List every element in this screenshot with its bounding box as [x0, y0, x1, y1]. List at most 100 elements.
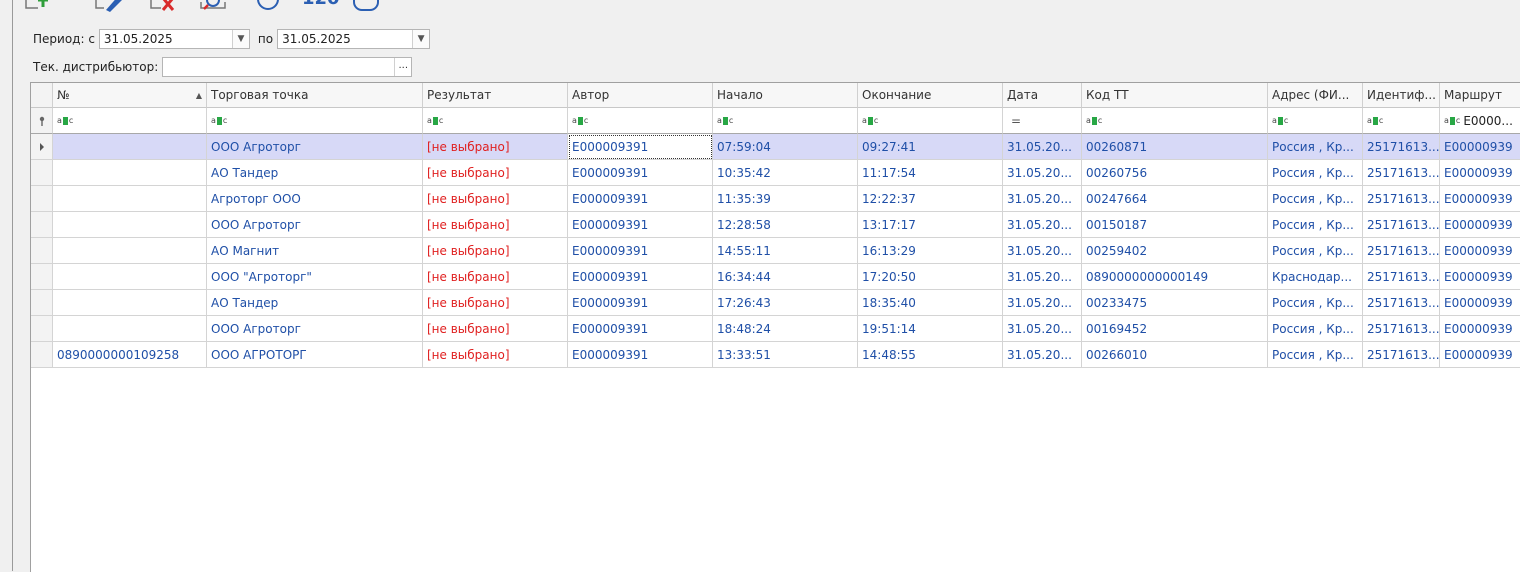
cell-identifier[interactable]: 25171613...	[1363, 290, 1440, 316]
chevron-down-icon[interactable]: ▼	[231, 30, 249, 48]
cell-route[interactable]: E00000939	[1440, 212, 1520, 238]
cell-result[interactable]: [не выбрано]	[423, 160, 568, 186]
cell-start[interactable]: 16:34:44	[713, 264, 858, 290]
table-row[interactable]: 0890000000109258 ООО АГРОТОРГ [не выбрано]…	[31, 342, 1520, 368]
cell-result[interactable]: [не выбрано]	[423, 316, 568, 342]
cell-end[interactable]: 18:35:40	[858, 290, 1003, 316]
cell-author[interactable]: E000009391	[568, 238, 713, 264]
cell-number[interactable]	[53, 290, 207, 316]
cell-author[interactable]: E000009391	[568, 160, 713, 186]
delete-record-icon[interactable]	[149, 0, 181, 14]
cell-start[interactable]: 14:55:11	[713, 238, 858, 264]
cell-address[interactable]: Россия , Кр...	[1268, 342, 1363, 368]
cell-identifier[interactable]: 25171613...	[1363, 160, 1440, 186]
cell-date[interactable]: 31.05.20...	[1003, 134, 1082, 160]
cell-result[interactable]: [не выбрано]	[423, 264, 568, 290]
filter-col-tt-code[interactable]: ac	[1082, 108, 1268, 134]
header-col-end[interactable]: Окончание	[858, 83, 1003, 108]
cell-route[interactable]: E00000939	[1440, 134, 1520, 160]
filter-col-trade-point[interactable]: ac	[207, 108, 423, 134]
cell-start[interactable]: 11:35:39	[713, 186, 858, 212]
cell-address[interactable]: Россия , Кр...	[1268, 134, 1363, 160]
cell-number[interactable]	[53, 316, 207, 342]
row-indicator[interactable]	[31, 290, 53, 316]
header-col-date[interactable]: Дата	[1003, 83, 1082, 108]
ellipsis-icon[interactable]: ···	[394, 58, 411, 76]
filter-col-end[interactable]: ac	[858, 108, 1003, 134]
cell-start[interactable]: 10:35:42	[713, 160, 858, 186]
cell-start[interactable]: 07:59:04	[713, 134, 858, 160]
cell-address[interactable]: Россия , Кр...	[1268, 238, 1363, 264]
cell-end[interactable]: 12:22:37	[858, 186, 1003, 212]
cell-number[interactable]	[53, 212, 207, 238]
header-col-start[interactable]: Начало	[713, 83, 858, 108]
cell-result[interactable]: [не выбрано]	[423, 238, 568, 264]
cell-date[interactable]: 31.05.20...	[1003, 290, 1082, 316]
cell-number[interactable]	[53, 134, 207, 160]
filter-col-start[interactable]: ac	[713, 108, 858, 134]
table-row[interactable]: Агроторг ООО [не выбрано] E000009391 11:35:…	[31, 186, 1520, 212]
cell-trade-point[interactable]: ООО Агроторг	[207, 134, 423, 160]
cell-start[interactable]: 13:33:51	[713, 342, 858, 368]
filter-col-author[interactable]: ac	[568, 108, 713, 134]
cell-address[interactable]: Россия , Кр...	[1268, 186, 1363, 212]
table-row[interactable]: ООО Агроторг [не выбрано] E000009391 18:48:…	[31, 316, 1520, 342]
cell-trade-point[interactable]: АО Тандер	[207, 160, 423, 186]
cell-identifier[interactable]: 25171613...	[1363, 134, 1440, 160]
distributor-picker[interactable]: ···	[162, 57, 413, 77]
row-indicator[interactable]	[31, 212, 53, 238]
cell-author[interactable]: E000009391	[568, 186, 713, 212]
cell-author[interactable]: E000009391	[568, 212, 713, 238]
cell-end[interactable]: 13:17:17	[858, 212, 1003, 238]
cell-result[interactable]: [не выбрано]	[423, 342, 568, 368]
cell-end[interactable]: 17:20:50	[858, 264, 1003, 290]
filter-col-identifier[interactable]: ac	[1363, 108, 1440, 134]
cell-trade-point[interactable]: АО Тандер	[207, 290, 423, 316]
cell-date[interactable]: 31.05.20...	[1003, 316, 1082, 342]
cell-result[interactable]: [не выбрано]	[423, 186, 568, 212]
cell-date[interactable]: 31.05.20...	[1003, 186, 1082, 212]
cell-tt-code[interactable]: 00233475	[1082, 290, 1268, 316]
cell-identifier[interactable]: 25171613...	[1363, 238, 1440, 264]
filter-col-number[interactable]: ac	[53, 108, 207, 134]
header-col-number[interactable]: № ▲	[53, 83, 207, 108]
cell-address[interactable]: Россия , Кр...	[1268, 316, 1363, 342]
header-col-identifier[interactable]: Идентиф...	[1363, 83, 1440, 108]
cell-end[interactable]: 16:13:29	[858, 238, 1003, 264]
cell-trade-point[interactable]: ООО АГРОТОРГ	[207, 342, 423, 368]
table-row[interactable]: ООО "Агроторг" [не выбрано] E000009391 16:3…	[31, 264, 1520, 290]
toggle-icon[interactable]	[352, 0, 382, 14]
cell-author[interactable]: E000009391	[568, 342, 713, 368]
cell-trade-point[interactable]: АО Магнит	[207, 238, 423, 264]
cell-date[interactable]: 31.05.20...	[1003, 342, 1082, 368]
cell-route[interactable]: E00000939	[1440, 160, 1520, 186]
cell-number[interactable]	[53, 264, 207, 290]
header-col-tt-code[interactable]: Код ТТ	[1082, 83, 1268, 108]
cell-author[interactable]: E000009391	[568, 264, 713, 290]
cell-trade-point[interactable]: ООО Агроторг	[207, 212, 423, 238]
table-row[interactable]: ООО Агроторг [не выбрано] E000009391 12:28:…	[31, 212, 1520, 238]
cell-end[interactable]: 09:27:41	[858, 134, 1003, 160]
row-indicator[interactable]	[31, 160, 53, 186]
row-indicator[interactable]	[31, 186, 53, 212]
sort-ascending-icon[interactable]: ▲	[196, 91, 202, 100]
filter-col-address[interactable]: ac	[1268, 108, 1363, 134]
cell-date[interactable]: 31.05.20...	[1003, 238, 1082, 264]
row-pointer-icon[interactable]	[31, 134, 53, 160]
cell-start[interactable]: 17:26:43	[713, 290, 858, 316]
table-row[interactable]: АО Тандер [не выбрано] E000009391 10:35:42 1…	[31, 160, 1520, 186]
header-col-route[interactable]: Маршрут	[1440, 83, 1520, 108]
cell-address[interactable]: Россия , Кр...	[1268, 290, 1363, 316]
period-from-picker[interactable]: 31.05.2025 ▼	[98, 29, 250, 49]
cell-route[interactable]: E00000939	[1440, 264, 1520, 290]
search-record-icon[interactable]	[199, 0, 229, 14]
period-to-value[interactable]: 31.05.2025	[278, 30, 412, 48]
cell-start[interactable]: 12:28:58	[713, 212, 858, 238]
cell-address[interactable]: Россия , Кр...	[1268, 160, 1363, 186]
distributor-value[interactable]	[163, 58, 394, 76]
row-indicator[interactable]	[31, 264, 53, 290]
cell-number[interactable]	[53, 160, 207, 186]
cell-route[interactable]: E00000939	[1440, 342, 1520, 368]
cell-date[interactable]: 31.05.20...	[1003, 160, 1082, 186]
route-filter-value[interactable]: E0000...	[1463, 114, 1513, 128]
